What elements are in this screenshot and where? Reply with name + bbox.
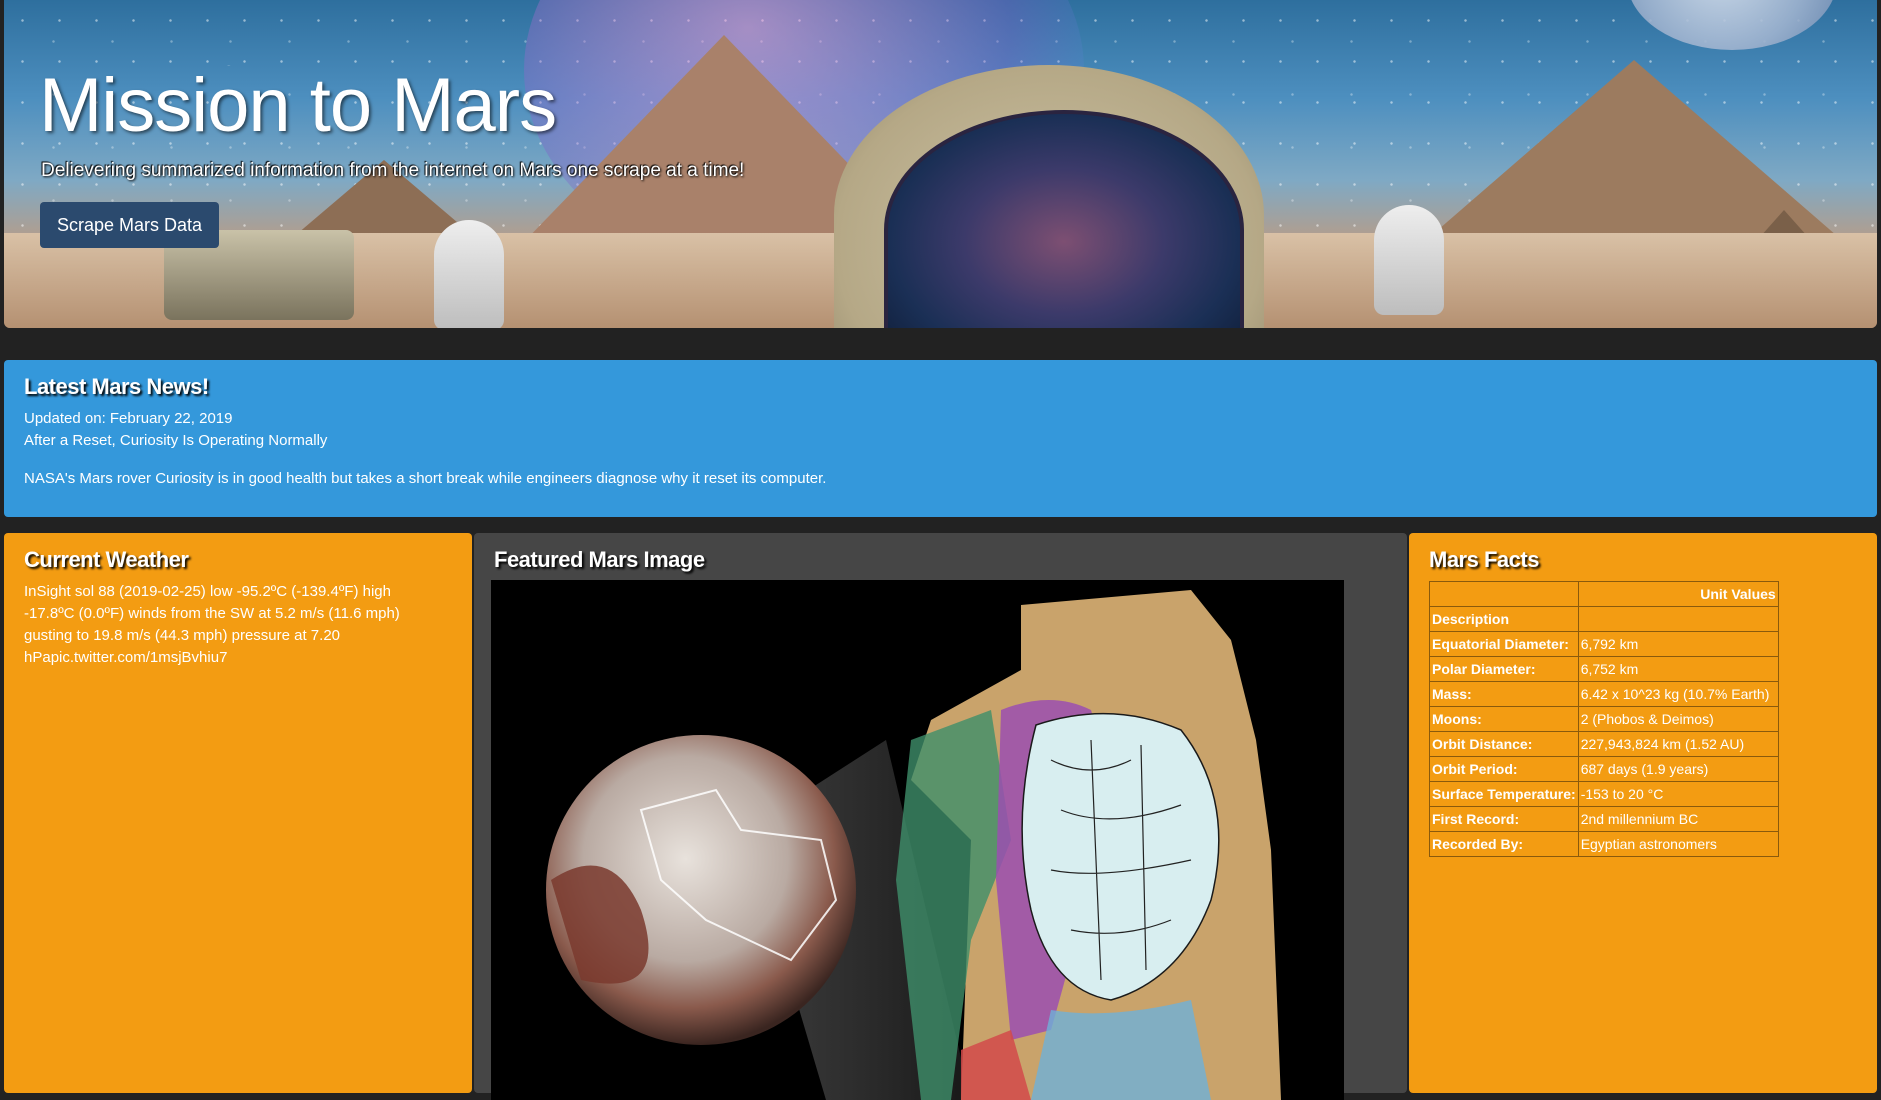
table-row: First Record: 2nd millennium BC <box>1429 806 1779 832</box>
featured-image-panel: Featured Mars Image <box>474 533 1407 1100</box>
news-heading: Latest Mars News! <box>24 374 209 399</box>
table-header-row: Unit Values <box>1429 581 1779 607</box>
table-row: Equatorial Diameter: 6,792 km <box>1429 631 1779 657</box>
fact-value: 6,752 km <box>1577 656 1779 682</box>
table-row: Orbit Period: 687 days (1.9 years) <box>1429 756 1779 782</box>
weather-report-text: InSight sol 88 (2019-02-25) low -95.2ºC … <box>24 583 400 666</box>
fact-label: Recorded By: <box>1429 831 1579 857</box>
featured-image-heading: Featured Mars Image <box>494 547 705 572</box>
current-weather-panel: Current Weather InSight sol 88 (2019-02-… <box>4 533 472 1093</box>
fact-value <box>1577 606 1779 632</box>
fact-value: 227,943,824 km (1.52 AU) <box>1577 731 1779 757</box>
fact-value: Egyptian astronomers <box>1577 831 1779 857</box>
table-row: Polar Diameter: 6,752 km <box>1429 656 1779 682</box>
latest-news-panel: Latest Mars News! Updated on: February 2… <box>4 360 1877 517</box>
fact-value: 6.42 x 10^23 kg (10.7% Earth) <box>1577 681 1779 707</box>
table-row: Moons: 2 (Phobos & Deimos) <box>1429 706 1779 732</box>
scrape-mars-data-button[interactable]: Scrape Mars Data <box>40 202 219 248</box>
featured-mars-image <box>491 580 1344 1100</box>
table-row: Recorded By: Egyptian astronomers <box>1429 831 1779 857</box>
mars-facts-table: Unit Values Description Equatorial Diame… <box>1429 581 1779 857</box>
news-updated-date: Updated on: February 22, 2019 <box>24 410 233 427</box>
fact-label: Equatorial Diameter: <box>1429 631 1579 657</box>
weather-heading: Current Weather <box>24 547 189 572</box>
fact-label: Polar Diameter: <box>1429 656 1579 682</box>
fact-value: 2 (Phobos & Deimos) <box>1577 706 1779 732</box>
fact-label: Orbit Period: <box>1429 756 1579 782</box>
fact-label: Moons: <box>1429 706 1579 732</box>
fact-value: 2nd millennium BC <box>1577 806 1779 832</box>
fact-value: 6,792 km <box>1577 631 1779 657</box>
table-header-cell <box>1429 581 1579 607</box>
table-row: Orbit Distance: 227,943,824 km (1.52 AU) <box>1429 731 1779 757</box>
astronaut-graphic <box>434 220 504 328</box>
facts-heading: Mars Facts <box>1429 547 1539 572</box>
fact-value: -153 to 20 °C <box>1577 781 1779 807</box>
table-row: Mass: 6.42 x 10^23 kg (10.7% Earth) <box>1429 681 1779 707</box>
astronaut-graphic <box>1374 205 1444 315</box>
page-title: Mission to Mars <box>39 63 557 148</box>
fact-label: Surface Temperature: <box>1429 781 1579 807</box>
news-headline: After a Reset, Curiosity Is Operating No… <box>24 432 328 449</box>
table-row: Surface Temperature: -153 to 20 °C <box>1429 781 1779 807</box>
fact-label: Description <box>1429 606 1579 632</box>
fact-label: First Record: <box>1429 806 1579 832</box>
fact-label: Orbit Distance: <box>1429 731 1579 757</box>
table-row: Description <box>1429 606 1779 632</box>
hero-banner: Mission to Mars Delievering summarized i… <box>4 0 1877 328</box>
news-teaser: NASA's Mars rover Curiosity is in good h… <box>24 470 827 487</box>
fact-value: 687 days (1.9 years) <box>1577 756 1779 782</box>
page-subtitle: Delievering summarized information from … <box>41 160 745 181</box>
pluto-map-illustration <box>546 590 1281 1100</box>
mars-facts-panel: Mars Facts Unit Values Description Equat… <box>1409 533 1877 1093</box>
fact-label: Mass: <box>1429 681 1579 707</box>
table-header-cell: Unit Values <box>1577 581 1779 607</box>
